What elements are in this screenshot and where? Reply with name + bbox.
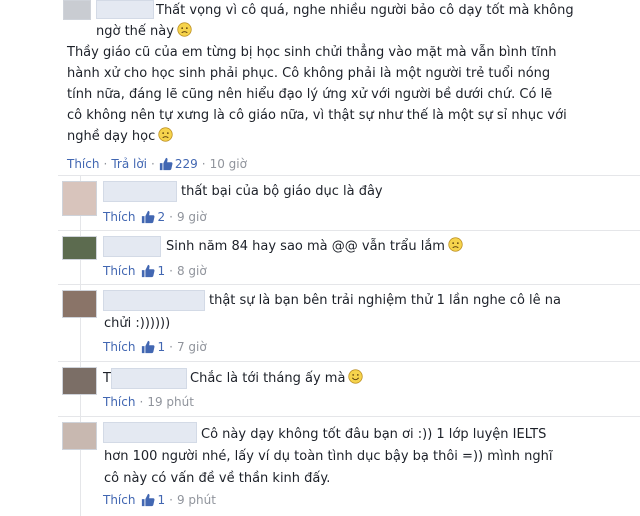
frown-emoji-icon — [177, 22, 192, 37]
like-button[interactable]: Thích — [103, 263, 135, 279]
like-button[interactable]: Thích — [103, 339, 135, 355]
like-count[interactable]: 1 — [157, 339, 165, 355]
comment-text: hành xử cho học sinh phải phục. Cô không… — [67, 66, 551, 81]
frown-emoji-icon — [448, 237, 463, 252]
like-button[interactable]: Thích — [103, 394, 135, 410]
separator-dot: · — [201, 157, 206, 171]
comment-text: nghề dạy học — [67, 126, 173, 147]
thumbs-up-icon — [142, 340, 155, 354]
commenter-name-initial[interactable]: T — [103, 368, 111, 389]
comment-text: hơn 100 người nhé, lấy ví dụ toàn tình d… — [104, 449, 553, 464]
separator-dot: · — [169, 264, 173, 278]
comment-text: Thầy giáo cũ của em từng bị học sinh chử… — [67, 45, 557, 60]
like-count[interactable]: 229 — [175, 156, 198, 172]
like-count[interactable]: 2 — [157, 209, 165, 225]
comment-actions: Thích 1 · 8 giờ — [103, 263, 207, 279]
comment-text: Cô này dạy không tốt đâu bạn ơi :)) 1 lớ… — [201, 427, 547, 442]
smile-emoji-icon — [348, 369, 364, 384]
comment-text: Chắc là tới tháng ấy mà — [190, 368, 364, 389]
commenter-name[interactable] — [103, 181, 177, 202]
avatar[interactable] — [62, 181, 97, 216]
frown-emoji-icon — [158, 127, 173, 142]
timestamp[interactable]: 8 giờ — [177, 263, 207, 279]
comment-text: tính nữa, đáng lẽ cũng nên hiểu đạo lý ứ… — [67, 87, 553, 102]
thumbs-up-icon — [159, 157, 173, 171]
timestamp[interactable]: 10 giờ — [210, 156, 247, 172]
comment-actions: Thích 2 · 9 giờ — [103, 209, 207, 225]
like-button[interactable]: Thích — [103, 492, 135, 508]
comment-text-line: Chắc là tới tháng ấy mà — [190, 371, 346, 386]
separator-dot: · — [139, 395, 144, 409]
comment-actions: Thích 1 · 9 phút — [103, 492, 216, 508]
comment-text: Thất vọng vì cô quá, nghe nhiều người bả… — [156, 3, 574, 18]
timestamp[interactable]: 9 phút — [177, 492, 216, 508]
commenter-name[interactable] — [103, 422, 197, 443]
like-count[interactable]: 1 — [157, 263, 165, 279]
comment-text-line: ngờ thế này — [96, 24, 174, 39]
timestamp[interactable]: 9 giờ — [177, 209, 207, 225]
avatar[interactable] — [63, 0, 91, 20]
divider — [58, 284, 640, 285]
separator-dot: · — [169, 210, 173, 224]
comment-text: cô không nên tự xưng là cô giáo nữa, vì … — [67, 108, 567, 123]
thumbs-up-icon — [142, 264, 155, 278]
avatar[interactable] — [62, 422, 97, 450]
avatar[interactable] — [62, 290, 97, 318]
like-button[interactable]: Thích — [103, 209, 135, 225]
commenter-name[interactable] — [103, 236, 161, 257]
reply-button[interactable]: Trả lời — [111, 156, 147, 172]
separator-dot: · — [169, 493, 173, 507]
comment-text: thất bại của bộ giáo dục là đây — [181, 184, 383, 199]
reply-thread-line — [80, 175, 81, 516]
comment-text: ngờ thế này — [96, 21, 192, 42]
avatar[interactable] — [62, 367, 97, 395]
separator-dot: · — [103, 157, 108, 171]
commenter-name[interactable] — [96, 0, 154, 19]
thumbs-up-icon — [142, 210, 155, 224]
comment-actions: Thích 1 · 7 giờ — [103, 339, 207, 355]
timestamp[interactable]: 7 giờ — [177, 339, 207, 355]
comment-text: chửi :)))))) — [104, 316, 171, 331]
avatar[interactable] — [62, 236, 97, 260]
divider — [58, 361, 640, 362]
divider — [58, 416, 640, 417]
comment-actions: Thích · Trả lời · 229 · 10 giờ — [67, 156, 247, 172]
comment-actions: Thích · 19 phút — [103, 394, 194, 410]
thumbs-up-icon — [142, 493, 155, 507]
separator-dot: · — [151, 157, 155, 171]
comment-text: cô này có vấn đề về thần kinh đấy. — [104, 471, 331, 486]
commenter-name[interactable] — [103, 290, 205, 311]
divider — [58, 230, 640, 231]
commenter-name[interactable] — [111, 368, 187, 389]
timestamp[interactable]: 19 phút — [147, 394, 194, 410]
separator-dot: · — [169, 340, 173, 354]
comment-text-line: nghề dạy học — [67, 129, 156, 144]
comment-text-line: Sinh năm 84 hay sao mà @@ vẫn trẩu lắm — [166, 239, 445, 254]
comment-text: Sinh năm 84 hay sao mà @@ vẫn trẩu lắm — [166, 236, 463, 257]
like-button[interactable]: Thích — [67, 156, 99, 172]
divider — [58, 175, 640, 176]
like-count[interactable]: 1 — [157, 492, 165, 508]
comment-text: thật sự là bạn bên trải nghiệm thử 1 lần… — [209, 293, 561, 308]
